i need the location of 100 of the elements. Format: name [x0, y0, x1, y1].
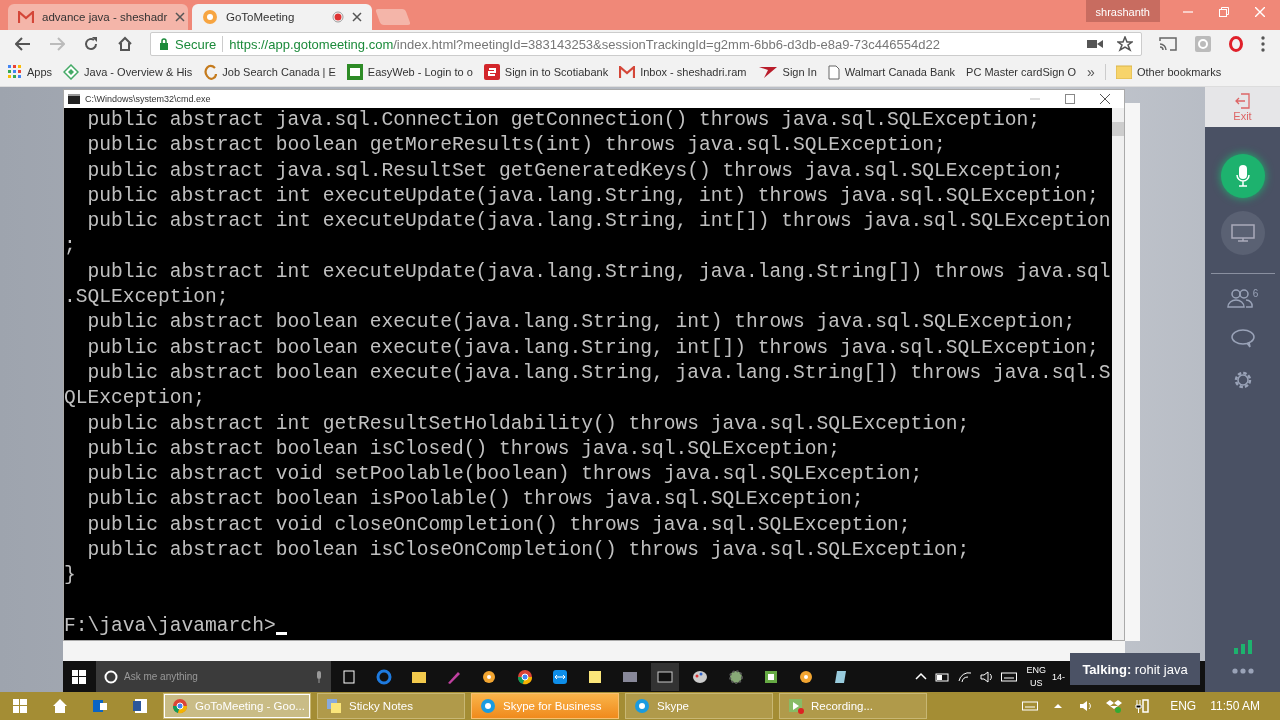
console-line: public abstract void setPoolable(boolean) throws java.sql.SQLException; [86, 462, 923, 488]
signal-icon [1233, 640, 1252, 654]
maximize-icon[interactable] [1065, 94, 1075, 104]
mail-icon [619, 66, 636, 78]
monitor-icon [1230, 224, 1255, 242]
bookmark[interactable]: Apps [8, 65, 53, 79]
console-line: public abstract boolean execute(java.lang.String, int) throws java.sql.SQLException; [86, 310, 1076, 336]
console-line: .SQLException; [64, 285, 229, 311]
language-indicator[interactable]: ENG [1026, 663, 1046, 677]
console-line: ; [64, 234, 76, 260]
mail-icon[interactable] [92, 698, 108, 714]
console-line: public abstract int getResultSetHoldability() throws java.sql.SQLException; [86, 411, 970, 437]
more-icon[interactable] [1231, 668, 1254, 674]
windows-icon[interactable] [72, 669, 86, 684]
console-line: public abstract boolean isPoolable() throws java.sql.SQLException; [86, 487, 864, 513]
remote-icon[interactable] [551, 668, 568, 685]
chat-bubble-icon [634, 698, 650, 714]
console-line: public abstract int executeUpdate(java.lang.String, int) throws java.sql.SQLException; [86, 183, 1099, 209]
console-line: public abstract boolean execute(java.lang.String, int[]) throws java.sql.SQLException; [86, 335, 1099, 361]
region-indicator[interactable]: US [1029, 676, 1043, 690]
swirl-icon [203, 64, 218, 80]
diamond-icon [63, 64, 80, 80]
bookmark[interactable]: Walmart Canada Bank [827, 64, 956, 80]
flower-icon[interactable] [798, 668, 815, 685]
clock[interactable]: 14- [1052, 671, 1065, 682]
microphone-button[interactable] [1220, 154, 1265, 198]
document-icon[interactable] [132, 698, 148, 714]
scrollbar[interactable] [1125, 103, 1140, 641]
console-line: public abstract void closeOnCompletion() throws java.sql.SQLException; [86, 512, 911, 538]
console-line: public abstract boolean getMoreResults(int) throws java.sql.SQLException; [86, 133, 946, 159]
browser-tab[interactable]: advance java - sheshadr [8, 4, 188, 30]
folder-icon [1115, 65, 1132, 79]
play-icon [788, 698, 804, 714]
console-line: public abstract boolean isCloseOnCompletion() throws java.sql.SQLException; [86, 538, 970, 564]
console-line: public abstract int executeUpdate(java.lang.String, java.lang.String[]) throws java.sql [86, 259, 1111, 285]
flower-icon[interactable] [481, 668, 498, 685]
people-icon [1226, 288, 1253, 308]
back-icon[interactable] [15, 37, 31, 51]
exit-icon [1234, 92, 1251, 110]
console-line: QLException; [64, 386, 206, 412]
bookmark[interactable]: Inbox - sheshadri.ram [619, 66, 747, 78]
bookmark[interactable]: PC Master cardSign O [966, 66, 1077, 78]
tab-title: advance java - sheshadr [42, 11, 168, 23]
close-icon[interactable] [352, 12, 362, 22]
speaker-banner: Talking: rohit java [1070, 653, 1200, 685]
circle-icon [104, 669, 118, 684]
secure-label: Secure [175, 36, 217, 52]
bookmark[interactable]: EasyWeb - Login to o [346, 64, 473, 80]
flower-icon [202, 9, 218, 25]
menu-icon[interactable] [1261, 36, 1265, 52]
console-line: public abstract boolean isClosed() throws java.sql.SQLException; [86, 436, 841, 462]
dropbox-icon[interactable] [1106, 698, 1123, 714]
profile-button[interactable]: shrashanth [1085, 0, 1160, 22]
console-line: public abstract boolean execute(java.lang.String, java.lang.String[]) throws java.sql.S [86, 360, 1111, 386]
chrome-icon [172, 698, 188, 714]
search-field[interactable]: Ask me anything [96, 661, 331, 692]
note-icon[interactable] [586, 668, 603, 685]
chrome-icon[interactable] [516, 668, 533, 685]
apps-icon [8, 65, 22, 79]
address-bar[interactable]: Secure https://app.gotomeeting.com/index.html?meetingId=383143253&sessionTrackingId=g2mm-6bb6-d3db-e8a9-73c446554d22 [150, 32, 1142, 56]
console-line: public abstract java.sql.Connection getConnection() throws java.sql.SQLException; [86, 108, 1040, 133]
mail-icon [18, 11, 34, 23]
console-line: public abstract java.sql.ResultSet getGeneratedKeys() throws java.sql.SQLException; [86, 158, 1064, 184]
notes-icon [326, 698, 342, 714]
bank-logo-icon [346, 64, 363, 80]
star-icon[interactable] [1117, 36, 1133, 52]
bookmark-folder[interactable]: Other bookmarks [1115, 65, 1222, 79]
gear-icon[interactable] [727, 668, 744, 685]
home-icon[interactable] [117, 36, 133, 52]
browser-icon[interactable] [375, 668, 392, 685]
opera-icon[interactable] [1229, 36, 1243, 52]
browser-tab[interactable]: GoToMeeting [192, 4, 372, 30]
text-cursor [275, 632, 287, 636]
console-line: } [64, 563, 76, 589]
bookmark[interactable]: Sign In [757, 65, 817, 79]
console-line: public abstract int executeUpdate(java.lang.String, int[]) throws java.sql.SQLException [86, 209, 1111, 235]
more-bookmarks-button[interactable]: » [1087, 64, 1095, 80]
chat-icon[interactable] [1229, 328, 1256, 348]
microphone-icon [1235, 165, 1250, 187]
url-text: https://app.gotomeeting.com/index.html?meetingId=383143253&sessionTrackingId=g2mm-6bb6-d3db-e8a9-73c446554d22 [229, 36, 940, 52]
bookmark[interactable]: Java - Overview & His [63, 64, 193, 80]
bookmark[interactable]: Sign in to Scotiabank [483, 64, 609, 80]
terminal-icon [68, 94, 80, 104]
reload-icon[interactable] [83, 36, 99, 52]
palette-icon[interactable] [692, 668, 709, 685]
screen-share-button[interactable] [1220, 211, 1265, 255]
task-view-icon[interactable] [340, 668, 357, 685]
cast-icon[interactable] [1159, 37, 1177, 51]
lock-icon [159, 38, 169, 50]
bookmark[interactable]: Job Search Canada | E [203, 64, 336, 80]
scrollbar[interactable] [1112, 108, 1124, 640]
home-icon[interactable] [52, 698, 68, 714]
command-prompt: F:\java\javamarch> [64, 613, 276, 639]
camera-icon[interactable] [1087, 39, 1103, 49]
close-icon[interactable] [1100, 94, 1110, 104]
close-icon[interactable] [175, 12, 186, 22]
page-icon [827, 64, 840, 80]
microphone-icon[interactable] [315, 670, 323, 683]
badge-logo-icon [483, 64, 500, 80]
spreadsheet-icon[interactable] [762, 668, 779, 685]
